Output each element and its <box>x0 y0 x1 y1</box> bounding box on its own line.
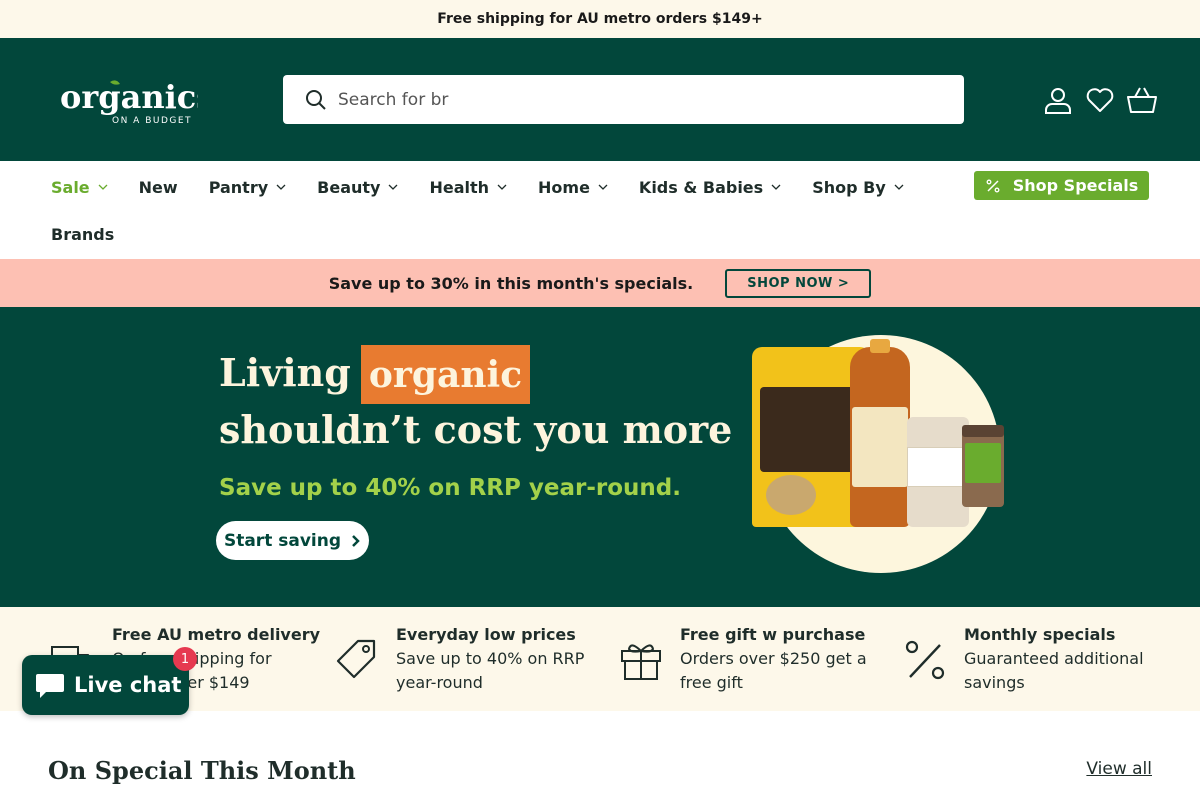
usp-desc: Save up to 40% on RRP <box>396 649 585 668</box>
usp-title: Everyday low prices <box>396 625 576 644</box>
announcement-text: Free shipping for AU metro orders $149+ <box>437 11 763 27</box>
unread-badge: 1 <box>173 647 197 671</box>
live-chat-button[interactable]: Live chat 1 <box>22 647 197 715</box>
nav-item-kids-babies[interactable]: Kids & Babies <box>639 177 781 197</box>
promo-bar: Save up to 30% in this month's specials.… <box>0 259 1200 307</box>
chevron-down-icon <box>771 184 781 190</box>
usp-title: Free AU metro delivery <box>112 625 321 644</box>
section-title: On Special This Month <box>48 756 356 785</box>
hero-word-organic: organic <box>361 345 530 404</box>
view-all-link[interactable]: View all <box>1086 759 1152 779</box>
percent-icon <box>905 640 945 680</box>
announcement-bar: Free shipping for AU metro orders $149+ <box>0 0 1200 38</box>
hero-word-living: Living <box>219 350 351 395</box>
usp-desc: Orders over $250 get a <box>680 649 867 668</box>
svg-text:ON A BUDGET: ON A BUDGET <box>112 116 192 126</box>
hero-headline: shouldn’t cost you more <box>219 407 733 452</box>
main-navigation: Sale New Pantry Beauty Health Home Kids … <box>0 161 1200 259</box>
bone-broth-product-image <box>907 417 969 527</box>
price-tag-icon <box>336 639 376 679</box>
shop-specials-button[interactable]: Shop Specials <box>974 171 1149 200</box>
search-bar[interactable] <box>283 75 964 124</box>
search-input[interactable] <box>338 89 898 110</box>
organics-logo-icon: organics ON A BUDGET <box>60 78 214 126</box>
chevron-down-icon <box>894 184 904 190</box>
usp-desc: free gift <box>680 673 743 692</box>
percent-icon <box>986 179 1000 192</box>
nav-item-label: Pantry <box>208 177 269 197</box>
nav-item-label: Health <box>429 177 490 197</box>
site-header: organics ON A BUDGET <box>0 38 1200 161</box>
chevron-down-icon <box>276 184 286 190</box>
shop-now-button[interactable]: SHOP NOW > <box>725 268 872 298</box>
nav-item-brands[interactable]: Brands <box>51 225 114 244</box>
nav-item-home[interactable]: Home <box>538 177 608 197</box>
spice-jar-product-image <box>962 425 1004 507</box>
nav-item-label: Home <box>538 177 590 197</box>
usp-desc: Guaranteed additional <box>964 649 1144 668</box>
nav-item-beauty[interactable]: Beauty <box>317 177 398 197</box>
shop-specials-label: Shop Specials <box>1012 176 1139 195</box>
usp-monthly-specials: Monthly specials Guaranteed additional s… <box>905 623 1144 695</box>
live-chat-label: Live chat <box>74 673 182 697</box>
usp-desc: year-round <box>396 673 483 692</box>
nav-item-label: Shop By <box>812 177 886 197</box>
nav-item-label: Sale <box>51 177 90 197</box>
account-icon[interactable] <box>1042 84 1074 116</box>
promo-text: Save up to 30% in this month's specials. <box>328 273 694 293</box>
cart-basket-icon[interactable] <box>1126 84 1158 116</box>
svg-text:organics: organics <box>60 78 198 116</box>
site-logo[interactable]: organics ON A BUDGET <box>58 78 214 126</box>
gift-icon <box>621 644 661 680</box>
usp-low-prices: Everyday low prices Save up to 40% on RR… <box>336 623 585 695</box>
chevron-down-icon <box>598 184 608 190</box>
nav-item-label: Kids & Babies <box>638 177 764 197</box>
header-actions <box>1042 84 1158 116</box>
chevron-down-icon <box>497 184 507 190</box>
hero-banner[interactable]: Living organic shouldn’t cost you more S… <box>0 307 1200 607</box>
apple-cider-vinegar-product-image <box>850 339 910 527</box>
start-saving-label: Start saving <box>223 530 342 551</box>
start-saving-button[interactable]: Start saving <box>216 521 369 560</box>
nav-item-pantry[interactable]: Pantry <box>209 177 286 197</box>
nav-item-label: New <box>138 177 178 197</box>
usp-title: Monthly specials <box>964 625 1116 644</box>
usp-free-gift: Free gift w purchase Orders over $250 ge… <box>621 623 867 695</box>
chevron-down-icon <box>388 184 398 190</box>
nav-item-shop-by[interactable]: Shop By <box>812 177 904 197</box>
nav-item-label: Beauty <box>317 177 381 197</box>
usp-desc: savings <box>964 673 1025 692</box>
hero-subheadline: Save up to 40% on RRP year-round. <box>219 475 681 501</box>
chevron-right-icon <box>352 534 360 547</box>
usp-title: Free gift w purchase <box>680 625 866 644</box>
chat-bubble-icon <box>36 674 64 698</box>
nav-item-sale[interactable]: Sale <box>51 177 108 197</box>
search-icon[interactable] <box>304 88 328 112</box>
nav-item-health[interactable]: Health <box>429 177 507 197</box>
chevron-down-icon <box>98 184 108 190</box>
wishlist-heart-icon[interactable] <box>1084 84 1116 116</box>
nav-item-new[interactable]: New <box>139 177 178 197</box>
